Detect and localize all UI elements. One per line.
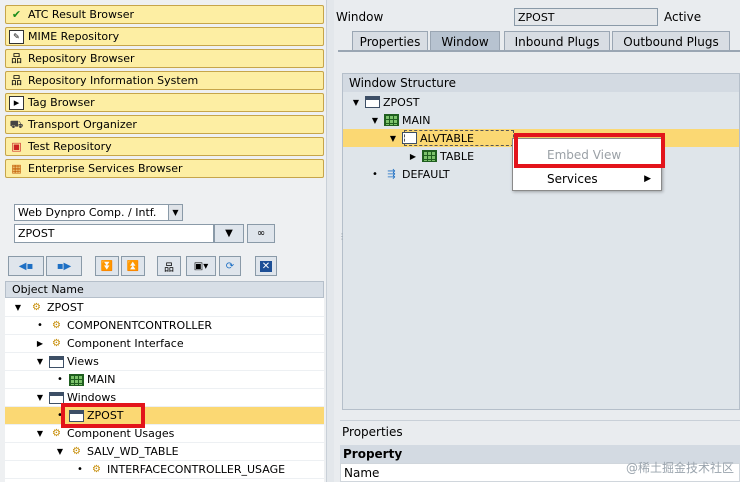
expanded-icon[interactable]: ▼ xyxy=(351,98,361,107)
expanded-icon[interactable]: ▼ xyxy=(35,429,45,438)
leaf-bullet-icon: • xyxy=(77,464,83,475)
checklist-icon: ✔ xyxy=(11,8,22,21)
view-icon xyxy=(69,373,84,386)
tag-icon: ▸ xyxy=(9,95,24,110)
object-type-select[interactable]: Web Dynpro Comp. / Intf. ▼ xyxy=(14,204,183,221)
expand-icon: ⏫ xyxy=(126,260,140,272)
hierarchy-icon: 品 xyxy=(164,262,174,274)
window-name-field[interactable]: ZPOST xyxy=(514,8,658,26)
hierarchy-button[interactable]: 品 xyxy=(157,256,181,276)
chevron-down-icon[interactable]: ▼ xyxy=(168,205,182,220)
ws-node-main[interactable]: ▼ MAIN xyxy=(343,111,739,129)
tree-header: Object Name xyxy=(5,281,324,298)
controller-icon: ⚙ xyxy=(52,320,61,331)
hierarchy-icon: 品 xyxy=(11,74,22,87)
highlight-box-embed-view xyxy=(514,133,665,168)
status-text: Active xyxy=(664,10,702,24)
dropdown-button[interactable]: ▼ xyxy=(214,224,244,243)
tree-node-window-zpost[interactable]: • ZPOST xyxy=(5,407,324,425)
arrow-right-icon: ▪▶ xyxy=(56,260,72,272)
panel-splitter[interactable] xyxy=(326,0,334,482)
collapsed-icon[interactable]: ▶ xyxy=(35,339,45,348)
collapse-icon: ⏬ xyxy=(100,260,114,272)
watermark: @稀土掘金技术社区 xyxy=(625,461,734,475)
leaf-bullet-icon: • xyxy=(372,168,378,180)
interface-icon: ⚙ xyxy=(52,338,61,349)
splitter-grip-icon[interactable]: ⋮ xyxy=(338,233,346,241)
nav-repository-browser-button[interactable]: 品 Repository Browser xyxy=(5,49,324,68)
component-icon: ⚙ xyxy=(32,302,41,313)
view-icon xyxy=(422,150,437,163)
tab-outbound-plugs[interactable]: Outbound Plugs xyxy=(612,31,730,51)
tab-properties[interactable]: Properties xyxy=(352,31,428,51)
arrow-left-icon: ◀▪ xyxy=(18,260,34,272)
expanded-icon[interactable]: ▼ xyxy=(35,393,45,402)
close-icon: ✕ xyxy=(259,260,273,272)
component-usage-icon: ⚙ xyxy=(52,428,61,439)
nav-atc-result-browser-button[interactable]: ✔ ATC Result Browser xyxy=(5,5,324,24)
glasses-icon: ∞ xyxy=(256,228,266,239)
expanded-icon[interactable]: ▼ xyxy=(388,134,398,143)
inbound-plug-icon: ⇶ xyxy=(387,168,396,180)
tree-node-salv-wd-table[interactable]: ▼ ⚙ SALV_WD_TABLE xyxy=(5,443,324,461)
expanded-icon[interactable]: ▼ xyxy=(370,116,380,125)
folder-icon xyxy=(49,355,64,368)
window-icon xyxy=(365,96,380,109)
tab-inbound-plugs[interactable]: Inbound Plugs xyxy=(504,31,610,51)
hierarchy-icon: 品 xyxy=(11,52,22,65)
refresh-button[interactable]: ⟳ xyxy=(219,256,241,276)
expanded-icon[interactable]: ▼ xyxy=(35,357,45,366)
nav-test-repository-button[interactable]: ▣ Test Repository xyxy=(5,137,324,156)
left-panel: ✔ ATC Result Browser ✎ MIME Repository 品 Re… xyxy=(0,0,326,482)
nav-tag-browser-button[interactable]: ▸ Tag Browser xyxy=(5,93,324,112)
leaf-bullet-icon: • xyxy=(57,374,63,385)
chevron-down-icon: ▼ xyxy=(225,228,233,239)
ws-node-zpost[interactable]: ▼ ZPOST xyxy=(343,93,739,111)
truck-icon: ⛟ xyxy=(9,118,24,131)
expanded-icon[interactable]: ▼ xyxy=(55,447,65,456)
nav-repository-info-system-button[interactable]: 品 Repository Information System xyxy=(5,71,324,90)
highlight-box-window xyxy=(61,403,145,428)
tab-underline xyxy=(338,50,740,52)
menu-item-services[interactable]: Services ▶ xyxy=(513,168,661,189)
display-button[interactable]: ∞ xyxy=(247,224,275,243)
tree-node-interfacecontroller-usage[interactable]: • ⚙ INTERFACECONTROLLER_USAGE xyxy=(5,461,324,479)
controller-usage-icon: ⚙ xyxy=(92,464,101,475)
favorites-icon: ▣▾ xyxy=(193,260,209,272)
tree-node-main[interactable]: • MAIN xyxy=(5,371,324,389)
tree-node-component-usages[interactable]: ▼ ⚙ Component Usages xyxy=(5,425,324,443)
mime-icon: ✎ xyxy=(9,29,24,44)
tab-window[interactable]: Window xyxy=(430,31,500,51)
back-button[interactable]: ◀▪ xyxy=(8,256,44,276)
object-type-row: Web Dynpro Comp. / Intf. ▼ xyxy=(14,204,183,221)
properties-title: Properties xyxy=(340,420,740,442)
window-structure-header: Window Structure xyxy=(343,74,739,92)
nav-transport-organizer-button[interactable]: ⛟ Transport Organizer xyxy=(5,115,324,134)
tree-node-zpost[interactable]: ▼ ⚙ ZPOST xyxy=(5,299,324,317)
focus-outline xyxy=(404,130,514,146)
close-button[interactable]: ✕ xyxy=(255,256,277,276)
window-label: Window xyxy=(336,10,384,24)
forward-button[interactable]: ▪▶ xyxy=(46,256,82,276)
favorites-button[interactable]: ▣▾ xyxy=(186,256,216,276)
leaf-bullet-icon: • xyxy=(37,320,43,331)
submenu-arrow-icon: ▶ xyxy=(644,173,651,184)
object-tree: ▼ ⚙ ZPOST • ⚙ COMPONENTCONTROLLER ▶ ⚙ Co… xyxy=(5,298,324,482)
collapse-button[interactable]: ⏬ xyxy=(95,256,119,276)
tree-node-windows[interactable]: ▼ Windows xyxy=(5,389,324,407)
expanded-icon[interactable]: ▼ xyxy=(13,303,23,312)
refresh-icon: ⟳ xyxy=(225,260,235,272)
services-icon: ▦ xyxy=(11,162,22,175)
tree-node-component-interface[interactable]: ▶ ⚙ Component Interface xyxy=(5,335,324,353)
test-icon: ▣ xyxy=(11,140,22,153)
nav-mime-repository-button[interactable]: ✎ MIME Repository xyxy=(5,27,324,46)
tree-node-componentcontroller[interactable]: • ⚙ COMPONENTCONTROLLER xyxy=(5,317,324,335)
collapsed-icon[interactable]: ▶ xyxy=(408,152,418,161)
expand-button[interactable]: ⏫ xyxy=(121,256,145,276)
view-icon xyxy=(384,114,399,127)
nav-enterprise-services-browser-button[interactable]: ▦ Enterprise Services Browser xyxy=(5,159,324,178)
component-usage-icon: ⚙ xyxy=(72,446,81,457)
tree-node-views[interactable]: ▼ Views xyxy=(5,353,324,371)
object-name-input[interactable]: ZPOST xyxy=(14,224,214,243)
